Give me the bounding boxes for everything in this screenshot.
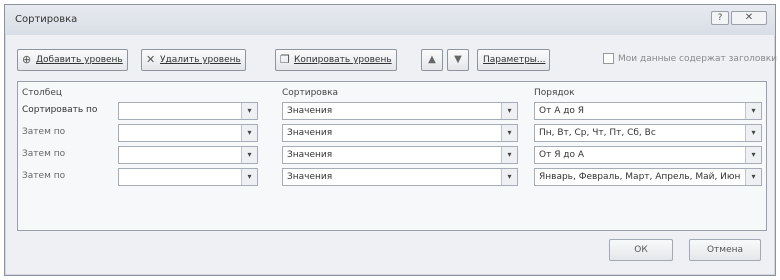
chevron-down-icon[interactable]: ▾ xyxy=(745,125,761,141)
sort-on-value: Значения xyxy=(287,128,333,138)
sort-on-value: Значения xyxy=(287,150,333,160)
chevron-down-icon[interactable]: ▾ xyxy=(501,103,517,119)
delete-level-label: Удалить уровень xyxy=(160,55,241,65)
chevron-down-icon[interactable]: ▾ xyxy=(241,103,257,119)
move-down-button[interactable]: ▼ xyxy=(447,49,469,71)
chevron-down-icon[interactable]: ▾ xyxy=(745,147,761,163)
chevron-down-icon[interactable]: ▾ xyxy=(745,103,761,119)
order-select[interactable]: От А до Я ▾ xyxy=(534,102,762,120)
copy-level-label: Копировать уровень xyxy=(294,55,392,65)
copy-icon: ❐ xyxy=(280,53,290,66)
order-value: Январь, Февраль, Март, Апрель, Май, Июнь xyxy=(539,172,741,182)
order-header: Порядок xyxy=(534,88,575,98)
sort-on-header: Сортировка xyxy=(282,88,339,98)
options-label: Параметры... xyxy=(483,55,546,65)
cancel-button[interactable]: Отмена xyxy=(689,239,761,261)
chevron-down-icon[interactable]: ▾ xyxy=(501,169,517,185)
column-select[interactable]: ▾ xyxy=(118,102,258,120)
sort-on-select[interactable]: Значения ▾ xyxy=(282,146,518,164)
add-level-button[interactable]: ⊕ Добавить уровень xyxy=(17,49,128,71)
order-select[interactable]: Пн, Вт, Ср, Чт, Пт, Сб, Вс ▾ xyxy=(534,124,762,142)
order-value: От А до Я xyxy=(539,106,585,116)
row-label: Затем по xyxy=(22,149,66,159)
order-value: От Я до А xyxy=(539,150,585,160)
header-checkbox-label: Мои данные содержат заголовки xyxy=(618,54,778,64)
sort-on-value: Значения xyxy=(287,172,333,182)
column-header: Столбец xyxy=(22,88,62,98)
sort-on-select[interactable]: Значения ▾ xyxy=(282,124,518,142)
copy-level-button[interactable]: ❐ Копировать уровень xyxy=(275,49,397,71)
ok-button[interactable]: ОК xyxy=(609,239,673,261)
sort-dialog: Сортировка ? ✕ ⊕ Добавить уровень ✕ Удал… xyxy=(4,4,777,276)
row-label: Сортировать по xyxy=(22,105,98,115)
row-label: Затем по xyxy=(22,171,66,181)
column-select[interactable]: ▾ xyxy=(118,168,258,186)
delete-icon: ✕ xyxy=(146,53,156,66)
sort-on-select[interactable]: Значения ▾ xyxy=(282,102,518,120)
add-level-icon: ⊕ xyxy=(22,53,32,66)
column-select[interactable]: ▾ xyxy=(118,124,258,142)
delete-level-button[interactable]: ✕ Удалить уровень xyxy=(141,49,246,71)
chevron-down-icon[interactable]: ▾ xyxy=(241,147,257,163)
chevron-down-icon[interactable]: ▾ xyxy=(241,169,257,185)
row-label: Затем по xyxy=(22,127,66,137)
header-checkbox[interactable] xyxy=(603,53,614,64)
sort-on-value: Значения xyxy=(287,106,333,116)
window-title: Сортировка xyxy=(15,14,78,25)
chevron-down-icon[interactable]: ▾ xyxy=(745,169,761,185)
title-bar: Сортировка ? ✕ xyxy=(5,5,775,35)
chevron-down-icon[interactable]: ▾ xyxy=(501,147,517,163)
options-button[interactable]: Параметры... xyxy=(477,49,551,71)
header-checkbox-row[interactable]: Мои данные содержат заголовки xyxy=(603,53,777,64)
move-up-button[interactable]: ▲ xyxy=(421,49,443,71)
help-button[interactable]: ? xyxy=(711,11,729,25)
chevron-down-icon[interactable]: ▾ xyxy=(501,125,517,141)
sort-levels-grid: Столбец Сортировка Порядок Сортировать п… xyxy=(17,81,767,231)
sort-on-select[interactable]: Значения ▾ xyxy=(282,168,518,186)
chevron-down-icon[interactable]: ▾ xyxy=(241,125,257,141)
add-level-label: Добавить уровень xyxy=(36,55,123,65)
column-select[interactable]: ▾ xyxy=(118,146,258,164)
order-select[interactable]: Январь, Февраль, Март, Апрель, Май, Июнь… xyxy=(534,168,762,186)
order-select[interactable]: От Я до А ▾ xyxy=(534,146,762,164)
order-value: Пн, Вт, Ср, Чт, Пт, Сб, Вс xyxy=(539,128,656,138)
close-button[interactable]: ✕ xyxy=(731,11,767,25)
